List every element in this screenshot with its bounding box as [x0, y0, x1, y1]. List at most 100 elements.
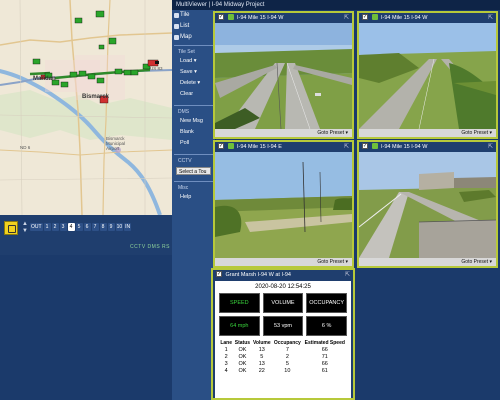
map-zoom-bar: ▲ ▼ OUT 1 2 3 4 5 6 7 8 9 10 IN CCTV DMS RS — [0, 215, 172, 255]
zoom-level-6[interactable]: 6 — [83, 223, 91, 231]
camera-icon — [228, 14, 234, 20]
table-row: 4 OK 22 10 61 — [219, 367, 347, 374]
zoom-level-10[interactable]: 10 — [115, 223, 124, 231]
load-button[interactable]: Load ▾ — [174, 57, 213, 66]
status-cell: OK — [238, 367, 247, 374]
camera-feed-image[interactable] — [359, 152, 496, 258]
camera-feed-image[interactable] — [215, 152, 352, 258]
camera-select-checkbox[interactable] — [218, 12, 224, 22]
zoom-level-3[interactable]: 3 — [59, 223, 67, 231]
occupancy-cell: 5 — [285, 360, 289, 367]
occupancy-cell: 10 — [284, 367, 291, 374]
volume-value: 53 vpm — [262, 316, 304, 336]
lane-table-header: Lane Status Volume Occupancy Estimated S… — [219, 340, 347, 346]
map-icon — [174, 35, 179, 40]
table-row: 3 OK 13 5 66 — [219, 360, 347, 367]
expand-icon[interactable]: ⇱ — [344, 13, 349, 23]
save-button[interactable]: Save ▾ — [174, 68, 213, 77]
camera-header: I-94 Mile 15 I-94 W ⇱ — [215, 12, 352, 23]
status-cell: OK — [238, 346, 247, 353]
speed-cell: 66 — [321, 346, 328, 353]
camera-feed-image[interactable] — [359, 23, 496, 129]
camera-panel-2: I-94 Mile 15 I-94 W ⇱ Goto Preset ▾ — [357, 11, 498, 139]
camera-title: I-94 Mile 15 I-94 E — [237, 144, 282, 150]
menu-map[interactable]: Map — [172, 32, 215, 43]
zoom-level-4[interactable]: 4 — [67, 223, 75, 231]
zoom-level-out[interactable]: OUT — [30, 223, 43, 231]
expand-icon[interactable]: ⇱ — [488, 13, 493, 23]
speed-cell: 61 — [321, 367, 328, 374]
camera-select-checkbox[interactable] — [362, 12, 368, 22]
map-label-mandan: Mandan — [33, 76, 56, 82]
zoom-tool-icon[interactable] — [4, 221, 18, 235]
camera-feed-image[interactable] — [215, 23, 352, 129]
cctv-group: CCTV Select a Tou — [174, 154, 213, 175]
speed-value: 64 mph — [219, 316, 260, 336]
expand-icon[interactable]: ⇱ — [345, 270, 350, 280]
help-button[interactable]: Help — [174, 193, 213, 202]
goto-preset-button[interactable]: Goto Preset ▾ — [359, 129, 496, 137]
camera-title: I-94 Mile 15 I-94 W — [237, 15, 284, 21]
volume-cell: 5 — [260, 353, 264, 360]
zoom-level-7[interactable]: 7 — [91, 223, 99, 231]
detector-panel: Grant Marsh I-94 W at I-94 ⇱ 2020-08-20 … — [211, 268, 355, 400]
blank-button[interactable]: Blank — [174, 128, 213, 137]
map-label-bismarck: Bismarck — [82, 94, 110, 100]
lane-cell: 1 — [224, 346, 228, 353]
volume-cell: 22 — [258, 367, 265, 374]
lane-table: Lane Status Volume Occupancy Estimated S… — [219, 340, 347, 374]
camera-header: I-94 Mile 15 I-94 E ⇱ — [215, 141, 352, 152]
camera-panel-3: I-94 Mile 15 I-94 E ⇱ Goto Preset ▾ — [213, 140, 354, 268]
list-icon — [174, 24, 179, 29]
zoom-level-2[interactable]: 2 — [51, 223, 59, 231]
camera-select-checkbox[interactable] — [218, 141, 224, 151]
menu-tile[interactable]: Tile — [172, 10, 215, 21]
misc-label: Misc — [177, 185, 190, 191]
new-msg-button[interactable]: New Msg — [174, 117, 213, 126]
zoom-level-1[interactable]: 1 — [43, 223, 51, 231]
window-title: MultiViewer | I-94 Midway Project — [172, 0, 500, 10]
detector-header: Grant Marsh I-94 W at I-94 ⇱ — [213, 269, 353, 280]
lane-cell: 3 — [224, 360, 228, 367]
expand-icon[interactable]: ⇱ — [344, 142, 349, 152]
cctv-tour-select[interactable]: Select a Tou — [176, 167, 211, 175]
camera-icon — [372, 143, 378, 149]
traffic-map[interactable]: Mandan Bismarck US 83 ND 6 Bismarck Muni… — [0, 0, 172, 215]
goto-preset-button[interactable]: Goto Preset ▾ — [215, 129, 352, 137]
summary-grid: SPEED VOLUME OCCUPANCY 64 mph 53 vpm 6 % — [219, 293, 347, 336]
dms-group: DMS New Msg Blank Poll — [174, 105, 213, 148]
zoom-level-8[interactable]: 8 — [99, 223, 107, 231]
poll-button[interactable]: Poll — [174, 139, 213, 148]
camera-header: I-94 Mile 15 I-94 W ⇱ — [359, 141, 496, 152]
camera-icon — [228, 143, 234, 149]
speed-header: SPEED — [219, 293, 260, 313]
dms-label: DMS — [177, 109, 191, 115]
menu-list[interactable]: List — [172, 21, 215, 32]
goto-preset-button[interactable]: Goto Preset ▾ — [215, 258, 352, 266]
table-row: 1 OK 13 7 66 — [219, 346, 347, 353]
cctv-label: CCTV — [177, 158, 193, 164]
zoom-level-in[interactable]: IN — [124, 223, 132, 231]
zoom-level-9[interactable]: 9 — [107, 223, 115, 231]
detector-body: 2020-08-20 12:54:25 SPEED VOLUME OCCUPAN… — [215, 281, 351, 398]
misc-group: Misc Help — [174, 181, 213, 202]
delete-button[interactable]: Delete ▾ — [174, 79, 213, 88]
side-menu: Tile List Map Tile Set Load ▾ Save ▾ Del… — [172, 10, 216, 400]
camera-icon — [372, 14, 378, 20]
clear-button[interactable]: Clear — [174, 90, 213, 99]
detector-select-checkbox[interactable] — [216, 269, 222, 279]
camera-select-checkbox[interactable] — [362, 141, 368, 151]
lane-cell: 4 — [224, 367, 228, 374]
speed-cell: 66 — [321, 360, 328, 367]
volume-cell: 13 — [258, 360, 265, 367]
camera-panel-4: I-94 Mile 15 I-94 W ⇱ Goto Preset ▾ — [357, 140, 498, 268]
status-cell: OK — [238, 353, 247, 360]
empty-tile-area — [356, 268, 500, 400]
lane-cell: 2 — [224, 353, 228, 360]
tile-set-group: Tile Set Load ▾ Save ▾ Delete ▾ Clear — [174, 45, 213, 99]
goto-preset-button[interactable]: Goto Preset ▾ — [359, 258, 496, 266]
col-volume: Volume — [252, 340, 271, 346]
zoom-level-5[interactable]: 5 — [75, 223, 83, 231]
volume-cell: 13 — [258, 346, 265, 353]
expand-icon[interactable]: ⇱ — [488, 142, 493, 152]
